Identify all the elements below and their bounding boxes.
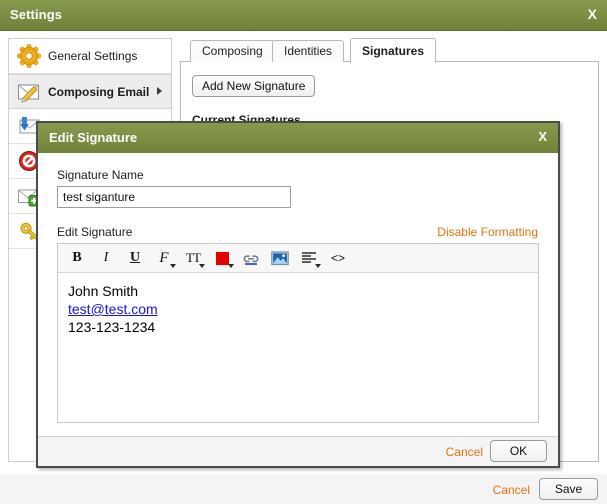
- window-titlebar: Settings X: [0, 0, 607, 31]
- text-color-icon[interactable]: [211, 247, 234, 269]
- font-family-icon[interactable]: F: [153, 247, 176, 269]
- signature-editor: B I U F TT <> John Smith test@test.com 1…: [57, 243, 539, 423]
- tab-composing[interactable]: Composing: [190, 40, 275, 62]
- signature-name-line: John Smith: [68, 283, 139, 299]
- align-icon[interactable]: [298, 247, 321, 269]
- color-swatch: [215, 251, 229, 265]
- save-button[interactable]: Save: [539, 478, 598, 500]
- sidebar-item-general-settings[interactable]: General Settings: [9, 39, 171, 74]
- link-glyph: [243, 255, 259, 265]
- disable-formatting-link[interactable]: Disable Formatting: [437, 225, 538, 239]
- italic-glyph: I: [103, 250, 109, 265]
- font-size-glyph: TT: [186, 250, 201, 265]
- underline-icon[interactable]: U: [124, 247, 146, 269]
- font-size-icon[interactable]: TT: [182, 247, 205, 269]
- gear-icon: [17, 44, 41, 68]
- chevron-right-icon: [157, 87, 162, 95]
- bold-icon[interactable]: B: [66, 247, 88, 269]
- signature-email-line: test@test.com: [68, 300, 528, 318]
- bold-glyph: B: [72, 250, 82, 265]
- underline-glyph: U: [129, 250, 141, 265]
- italic-icon[interactable]: I: [95, 247, 117, 269]
- insert-image-icon[interactable]: [269, 247, 291, 269]
- image-glyph: [271, 250, 289, 265]
- chevron-down-icon: [315, 264, 321, 268]
- envelope-pencil-icon: [17, 80, 41, 104]
- window-footer: Cancel Save: [0, 474, 607, 504]
- tab-strip: Composing Identities Signatures: [180, 38, 599, 63]
- font-family-glyph: F: [159, 249, 169, 266]
- dialog-footer: Cancel OK: [38, 436, 558, 466]
- dialog-body: Signature Name Edit Signature Disable Fo…: [38, 153, 558, 436]
- signature-name-label: Signature Name: [57, 168, 144, 182]
- insert-link-icon[interactable]: [240, 247, 262, 269]
- align-glyph: [302, 252, 316, 263]
- signature-phone-line: 123-123-1234: [68, 319, 156, 335]
- tab-signatures[interactable]: Signatures: [350, 38, 437, 63]
- chevron-down-icon: [199, 264, 205, 268]
- add-new-signature-button[interactable]: Add New Signature: [192, 75, 316, 97]
- cancel-link[interactable]: Cancel: [493, 483, 530, 497]
- edit-signature-label: Edit Signature: [57, 225, 133, 239]
- dialog-close-icon[interactable]: X: [538, 129, 547, 144]
- sidebar-item-label: General Settings: [48, 49, 138, 63]
- signature-email-link[interactable]: test@test.com: [68, 301, 158, 317]
- chevron-down-icon: [170, 264, 176, 268]
- editor-toolbar: B I U F TT <>: [58, 244, 538, 273]
- chevron-down-icon: [228, 264, 234, 268]
- edit-signature-dialog: Edit Signature X Signature Name Edit Sig…: [36, 121, 560, 468]
- signature-name-input[interactable]: [57, 186, 291, 208]
- dialog-ok-button[interactable]: OK: [490, 440, 547, 462]
- tab-identities[interactable]: Identities: [272, 40, 345, 62]
- signature-editor-content[interactable]: John Smith test@test.com 123-123-1234: [58, 273, 538, 422]
- source-code-icon[interactable]: <>: [327, 247, 349, 269]
- page-title: Settings: [10, 7, 63, 22]
- source-code-glyph: <>: [330, 251, 345, 265]
- dialog-title: Edit Signature: [49, 130, 138, 145]
- sidebar-item-label: Composing Email: [48, 84, 150, 99]
- dialog-cancel-link[interactable]: Cancel: [446, 445, 483, 459]
- dialog-titlebar: Edit Signature X: [38, 123, 558, 153]
- close-icon[interactable]: X: [588, 6, 597, 22]
- sidebar-item-composing-email[interactable]: Composing Email: [9, 74, 171, 109]
